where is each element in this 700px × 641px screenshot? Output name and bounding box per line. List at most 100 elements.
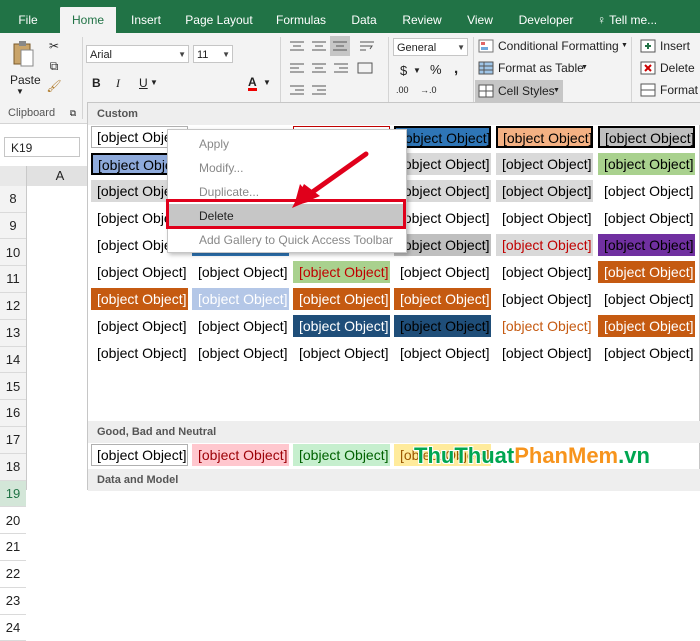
delete-cells-button[interactable]: Delete [660, 61, 695, 75]
merge-center-icon[interactable] [356, 61, 374, 75]
cut-icon[interactable]: ✂ [46, 38, 62, 54]
cell-style-item[interactable]: [object Object] [496, 234, 593, 256]
row-header[interactable]: 17 [0, 427, 26, 454]
decrease-decimal-button[interactable]: →.0 [420, 85, 437, 95]
cell-style-item[interactable]: [object Object] [293, 315, 390, 337]
row-header[interactable]: 9 [0, 213, 26, 240]
cell-style-item[interactable]: [object Object] [293, 444, 390, 466]
cell-style-item[interactable]: [object Object] [293, 342, 390, 364]
cell-style-item[interactable]: [object Object] [394, 261, 491, 283]
tab-view[interactable]: View [460, 7, 500, 33]
decrease-indent-icon[interactable] [288, 83, 306, 97]
cell-style-item[interactable]: [object Object] [496, 126, 593, 148]
cell-style-item[interactable]: [object Object] [496, 180, 593, 202]
row-header[interactable]: 23 [0, 588, 26, 615]
row-header[interactable]: 20 [0, 508, 26, 535]
currency-button[interactable]: $ [400, 63, 407, 78]
percent-button[interactable]: % [430, 62, 442, 77]
cell-style-item[interactable]: [object Object] [496, 261, 593, 283]
align-middle-icon[interactable] [310, 39, 328, 53]
cell-style-item[interactable]: [object Object] [598, 342, 695, 364]
tab-review[interactable]: Review [396, 7, 448, 33]
wrap-text-icon[interactable] [358, 39, 376, 53]
align-center-icon[interactable] [310, 61, 328, 75]
cell-style-item[interactable]: [object Object] [394, 288, 491, 310]
cell-style-item[interactable]: [object Object] [394, 342, 491, 364]
currency-dropdown-icon[interactable]: ▼ [413, 66, 421, 75]
paste-button[interactable]: Paste [10, 73, 41, 87]
format-cells-button[interactable]: Format [660, 83, 698, 97]
menu-item-apply[interactable]: Apply [168, 132, 406, 156]
cell-style-item[interactable]: [object Object] [394, 207, 491, 229]
cell-style-item[interactable]: [object Object] [496, 288, 593, 310]
dialog-launcher-icon[interactable]: ⧉ [68, 107, 78, 119]
format-as-table-button[interactable]: Format as Table [498, 61, 584, 75]
row-header[interactable]: 11 [0, 266, 26, 294]
cell-style-item[interactable]: [object Object] [598, 261, 695, 283]
cell-style-item[interactable]: [object Object] [598, 153, 695, 175]
cell-style-item[interactable]: [object Object] [598, 180, 695, 202]
align-bottom-icon[interactable] [330, 36, 350, 56]
insert-button[interactable]: Insert [660, 39, 690, 53]
cell-style-item[interactable]: [object Object] [192, 288, 289, 310]
comma-button[interactable]: , [454, 60, 458, 77]
row-header[interactable]: 19 [0, 480, 26, 508]
cell-style-item[interactable]: [object Object] [192, 315, 289, 337]
row-header[interactable]: 16 [0, 400, 26, 428]
menu-item-modify[interactable]: Modify... [168, 156, 406, 180]
select-all-corner[interactable] [0, 166, 26, 186]
font-color-dropdown-icon[interactable]: ▼ [263, 78, 271, 87]
row-header[interactable]: 14 [0, 347, 26, 374]
cell-style-item[interactable]: [object Object] [394, 153, 491, 175]
row-header[interactable]: 8 [0, 186, 26, 213]
copy-icon[interactable]: ⧉ [46, 58, 62, 74]
italic-button[interactable]: I [116, 76, 120, 91]
row-header[interactable]: 15 [0, 374, 26, 401]
cell-style-item[interactable]: [object Object] [91, 342, 188, 364]
cell-style-item[interactable]: [object Object] [91, 261, 188, 283]
cell-style-item[interactable]: [object Object] [192, 261, 289, 283]
menu-item-add-to-qat[interactable]: Add Gallery to Quick Access Toolbar [168, 228, 406, 252]
cell-style-item[interactable]: [object Object] [598, 315, 695, 337]
column-header-a[interactable]: A [26, 166, 94, 186]
tab-developer[interactable]: Developer [512, 7, 580, 33]
cell-style-item[interactable]: [object Object] [496, 153, 593, 175]
cell-style-item[interactable]: [object Object] [91, 444, 188, 466]
underline-button[interactable]: U [139, 76, 148, 90]
row-header[interactable]: 10 [0, 240, 26, 267]
increase-decimal-button[interactable]: .00 [396, 85, 409, 95]
font-name-select[interactable]: Arial ▼ [86, 45, 189, 63]
cell-style-item[interactable]: [object Object] [192, 342, 289, 364]
tab-file[interactable]: File [8, 7, 48, 33]
paste-icon[interactable] [10, 39, 36, 69]
bold-button[interactable]: B [92, 76, 101, 90]
cell-style-item[interactable]: [object Object] [394, 315, 491, 337]
name-box[interactable]: K19 [4, 137, 80, 157]
tab-home[interactable]: Home [60, 7, 116, 33]
cell-style-item[interactable]: [object Object] [91, 315, 188, 337]
tab-insert[interactable]: Insert [124, 7, 168, 33]
tab-data[interactable]: Data [344, 7, 384, 33]
cell-style-item[interactable]: [object Object] [496, 207, 593, 229]
paste-dropdown-icon[interactable]: ▼ [16, 87, 24, 96]
conditional-formatting-button[interactable]: Conditional Formatting [498, 39, 619, 53]
row-header[interactable]: 12 [0, 293, 26, 320]
row-header[interactable]: 18 [0, 454, 26, 481]
cell-style-item[interactable]: [object Object] [496, 315, 593, 337]
tab-formulas[interactable]: Formulas [270, 7, 332, 33]
font-color-button[interactable]: A [248, 76, 257, 91]
cell-style-item[interactable]: [object Object] [394, 180, 491, 202]
row-header[interactable]: 13 [0, 320, 26, 347]
align-right-icon[interactable] [332, 61, 350, 75]
align-left-icon[interactable] [288, 61, 306, 75]
cell-style-item[interactable]: [object Object] [496, 342, 593, 364]
underline-dropdown-icon[interactable]: ▼ [150, 78, 158, 87]
cell-style-item[interactable]: [object Object] [192, 444, 289, 466]
format-painter-icon[interactable]: 🖌 [46, 78, 62, 94]
cell-style-item[interactable]: [object Object] [394, 126, 491, 148]
tab-page-layout[interactable]: Page Layout [180, 7, 258, 33]
increase-indent-icon[interactable] [310, 83, 328, 97]
cell-style-item[interactable]: [object Object] [598, 207, 695, 229]
tell-me-box[interactable]: ♀ Tell me... [597, 7, 657, 33]
cell-style-item[interactable]: [object Object] [598, 234, 695, 256]
